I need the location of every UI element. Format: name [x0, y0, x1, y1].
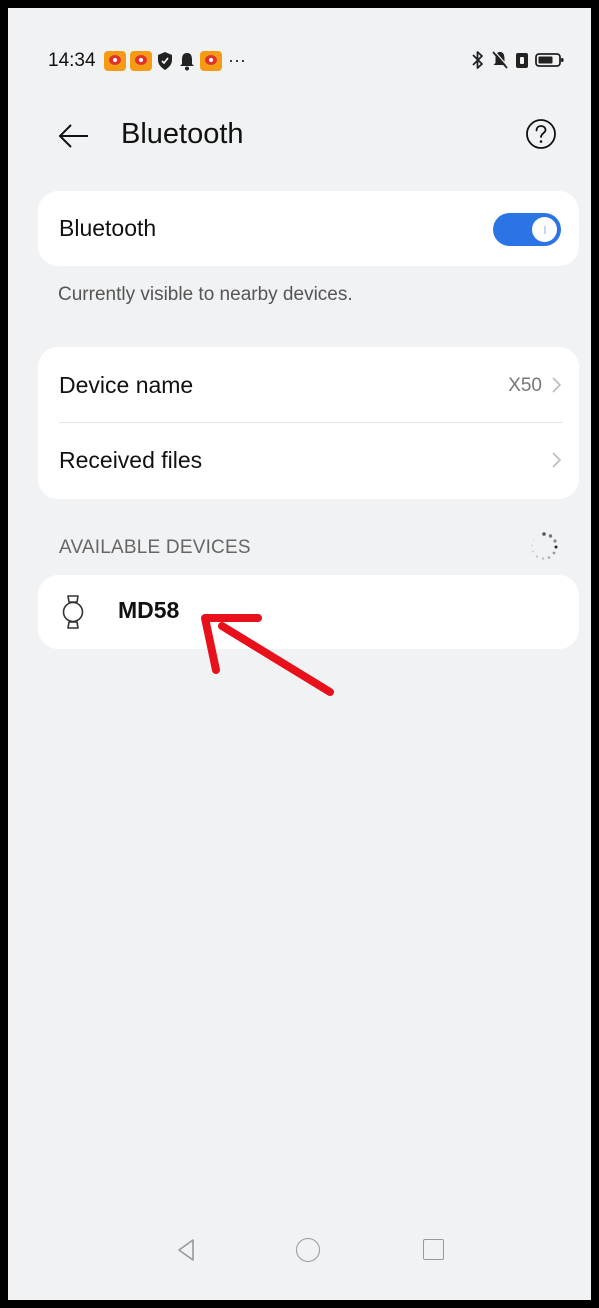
sim-icon: [516, 53, 528, 68]
available-devices-header: AVAILABLE DEVICES: [59, 537, 251, 558]
chevron-right-icon: [552, 377, 562, 393]
weibo-icon: [104, 50, 126, 71]
bluetooth-switch[interactable]: [493, 213, 561, 246]
switch-thumb-mark: [544, 226, 546, 234]
page-title: Bluetooth: [121, 118, 244, 150]
loading-spinner-icon: [531, 532, 558, 560]
notification-icons: ···: [104, 50, 246, 71]
shield-icon: [158, 51, 172, 70]
received-files-label: Received files: [59, 447, 203, 473]
device-name: MD58: [118, 597, 180, 623]
nav-home-icon[interactable]: [296, 1238, 320, 1262]
battery-icon: [535, 53, 564, 67]
nav-recent-apps-icon[interactable]: [423, 1239, 444, 1260]
bluetooth-icon: [472, 51, 483, 69]
status-bar: 14:34 ···: [8, 44, 591, 78]
visibility-status: Currently visible to nearby devices.: [58, 284, 353, 305]
navigation-bar: [8, 1230, 591, 1270]
phone-screen: 14:34 ··· Bluetooth Bluetooth Currently …: [8, 8, 591, 1300]
device-settings-card: Device name X50 Received files: [38, 347, 579, 499]
status-time: 14:34: [48, 50, 96, 71]
more-notifications-icon: ···: [228, 50, 246, 70]
weibo-icon: [130, 50, 152, 71]
mute-icon: [492, 50, 509, 69]
help-icon[interactable]: [525, 118, 557, 150]
bluetooth-toggle-row[interactable]: Bluetooth: [38, 191, 579, 266]
bluetooth-label: Bluetooth: [59, 215, 157, 241]
back-arrow-icon[interactable]: [56, 118, 92, 154]
device-name-label: Device name: [59, 372, 194, 398]
nav-back-icon[interactable]: [176, 1238, 196, 1262]
received-files-row[interactable]: Received files: [38, 423, 579, 499]
device-name-row[interactable]: Device name X50: [38, 347, 579, 422]
top-app-bar: Bluetooth: [8, 108, 591, 164]
bell-icon: [180, 52, 194, 70]
chevron-right-icon: [552, 452, 562, 468]
device-name-value: X50: [508, 375, 542, 396]
red-annotation-arrow-icon: [201, 614, 334, 696]
watch-icon: [62, 595, 84, 629]
system-icons: [471, 50, 565, 70]
weibo-icon: [200, 50, 222, 71]
